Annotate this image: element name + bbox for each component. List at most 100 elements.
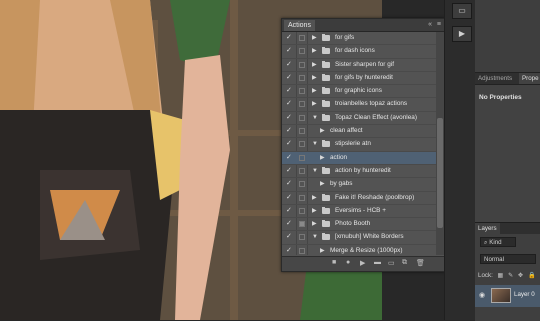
expand-down-icon[interactable]: ▼ — [312, 138, 318, 150]
action-set-row[interactable]: ✓ ▼ action by hunteredit — [282, 165, 436, 179]
lock-transparent-icon[interactable]: ▦ — [498, 272, 504, 279]
action-set-row[interactable]: ✓ ▶ for dash icons — [282, 45, 436, 59]
stop-icon[interactable]: ■ — [332, 259, 336, 266]
action-set-row[interactable]: ✓ ▶ Eversims - HCB + — [282, 205, 436, 219]
toggle-check-icon[interactable]: ✓ — [286, 85, 295, 97]
blend-mode-select[interactable]: Normal — [480, 254, 536, 264]
dialog-toggle-icon[interactable] — [299, 207, 305, 214]
scrollbar-thumb[interactable] — [437, 118, 443, 228]
action-row[interactable]: ✓ ▶ Merge & Resize (1000px) — [282, 245, 436, 255]
history-panel-button[interactable]: ▭ — [452, 3, 472, 19]
toggle-check-icon[interactable]: ✓ — [286, 125, 295, 137]
panel-menu-icon[interactable]: ≡ — [437, 20, 441, 30]
dialog-toggle-icon[interactable] — [299, 74, 305, 81]
expand-right-icon[interactable]: ▶ — [312, 32, 317, 44]
toggle-check-icon[interactable]: ✓ — [286, 152, 295, 164]
dialog-toggle-icon[interactable] — [299, 167, 305, 174]
expand-right-icon[interactable]: ▶ — [320, 152, 325, 164]
expand-right-icon[interactable]: ▶ — [312, 192, 317, 204]
dialog-toggle-icon[interactable] — [299, 181, 305, 188]
action-label: for graphic icons — [335, 87, 382, 95]
collapse-icon[interactable]: « — [428, 20, 432, 30]
dialog-toggle-icon[interactable] — [299, 194, 305, 201]
expand-right-icon[interactable]: ▶ — [312, 205, 317, 217]
toggle-check-icon[interactable]: ✓ — [286, 165, 295, 177]
dialog-toggle-icon[interactable] — [299, 141, 305, 148]
toggle-check-icon[interactable]: ✓ — [286, 218, 295, 230]
dialog-toggle-icon[interactable] — [299, 154, 305, 161]
expand-right-icon[interactable]: ▶ — [312, 59, 317, 71]
folder-icon — [322, 47, 330, 55]
expand-right-icon[interactable]: ▶ — [312, 218, 317, 230]
toggle-check-icon[interactable]: ✓ — [286, 245, 295, 255]
action-row[interactable]: ✓ ▶ clean affect — [282, 125, 436, 139]
action-set-row[interactable]: ✓ ▼ stipslerie atn — [282, 138, 436, 152]
actions-panel-titlebar[interactable]: Actions « ≡ — [282, 19, 444, 32]
dialog-toggle-icon[interactable] — [299, 35, 305, 41]
toggle-check-icon[interactable]: ✓ — [286, 98, 295, 110]
toggle-check-icon[interactable]: ✓ — [286, 32, 295, 44]
expand-down-icon[interactable]: ▼ — [312, 165, 318, 177]
action-set-row[interactable]: ✓ ▶ Sister sharpen for gif — [282, 59, 436, 72]
trash-icon[interactable]: 🗑 — [416, 259, 425, 267]
dialog-toggle-icon[interactable] — [299, 221, 305, 228]
tab-properties[interactable]: Prope — [519, 73, 540, 84]
tab-adjustments[interactable]: Adjustments — [475, 73, 515, 84]
expand-down-icon[interactable]: ▼ — [312, 112, 318, 124]
folder-icon — [322, 140, 330, 148]
dialog-toggle-icon[interactable] — [299, 61, 305, 68]
action-set-row[interactable]: ✓ ▶ for graphic icons — [282, 85, 436, 99]
expand-right-icon[interactable]: ▶ — [312, 98, 317, 110]
tab-actions[interactable]: Actions — [284, 20, 315, 31]
toggle-check-icon[interactable]: ✓ — [286, 205, 295, 217]
top-panel — [475, 0, 540, 73]
toggle-check-icon[interactable]: ✓ — [286, 45, 295, 57]
lock-move-icon[interactable]: ✥ — [518, 272, 523, 279]
toggle-check-icon[interactable]: ✓ — [286, 138, 295, 150]
action-set-row[interactable]: ✓ ▼ [xmubuh] White Borders — [282, 231, 436, 245]
eye-icon[interactable]: ◉ — [479, 291, 485, 299]
new-set-icon[interactable]: ▬ — [374, 259, 381, 266]
toggle-check-icon[interactable]: ✓ — [286, 112, 295, 124]
right-panels: Adjustments Prope No Properties Layers ⌕… — [475, 0, 540, 321]
expand-right-icon[interactable]: ▶ — [312, 85, 317, 97]
expand-right-icon[interactable]: ▶ — [320, 125, 325, 137]
toggle-check-icon[interactable]: ✓ — [286, 72, 295, 84]
action-set-row[interactable]: ✓ ▶ for gifs — [282, 32, 436, 46]
expand-right-icon[interactable]: ▶ — [320, 178, 325, 190]
duplicate-icon[interactable]: ⧉ — [402, 259, 407, 267]
play-icon[interactable]: ▶ — [360, 259, 365, 267]
dialog-toggle-icon[interactable] — [299, 128, 305, 135]
action-set-row[interactable]: ✓ ▶ Fake it! Reshade (poolbrop) — [282, 192, 436, 205]
dialog-toggle-icon[interactable] — [299, 88, 305, 95]
actions-scrollbar[interactable] — [436, 32, 444, 255]
dialog-toggle-icon[interactable] — [299, 114, 305, 121]
action-label: troianbelles topaz actions — [335, 100, 408, 108]
action-set-row[interactable]: ✓ ▼ Topaz Clean Effect (avonlea) — [282, 112, 436, 126]
expand-right-icon[interactable]: ▶ — [312, 45, 317, 57]
lock-all-icon[interactable]: 🔒 — [528, 271, 536, 279]
action-set-row[interactable]: ✓ ▶ troianbelles topaz actions — [282, 98, 436, 112]
actions-panel-button[interactable]: ▶ — [452, 26, 472, 42]
action-set-row[interactable]: ✓ ▶ Photo Booth — [282, 218, 436, 232]
layer-filter-kind[interactable]: ⌕ Kind — [480, 237, 516, 247]
tab-layers[interactable]: Layers — [475, 223, 500, 234]
action-row[interactable]: ✓ ▶ by gabs — [282, 178, 436, 192]
expand-right-icon[interactable]: ▶ — [320, 245, 325, 255]
toggle-check-icon[interactable]: ✓ — [286, 59, 295, 71]
expand-down-icon[interactable]: ▼ — [312, 231, 318, 243]
layer-row[interactable]: ◉ Layer 0 — [475, 285, 540, 307]
action-set-row[interactable]: ✓ ▶ for gifs by hunteredit — [282, 72, 436, 86]
record-icon[interactable]: ● — [346, 259, 350, 266]
toggle-check-icon[interactable]: ✓ — [286, 192, 295, 204]
expand-right-icon[interactable]: ▶ — [312, 72, 317, 84]
dialog-toggle-icon[interactable] — [299, 101, 305, 108]
new-action-icon[interactable]: ▭ — [388, 259, 395, 267]
dialog-toggle-icon[interactable] — [299, 234, 305, 241]
dialog-toggle-icon[interactable] — [299, 48, 305, 55]
lock-paint-icon[interactable]: ✎ — [508, 272, 513, 279]
toggle-check-icon[interactable]: ✓ — [286, 231, 295, 243]
toggle-check-icon[interactable]: ✓ — [286, 178, 295, 190]
action-row[interactable]: ✓ ▶ action — [282, 151, 436, 165]
dialog-toggle-icon[interactable] — [299, 247, 305, 254]
